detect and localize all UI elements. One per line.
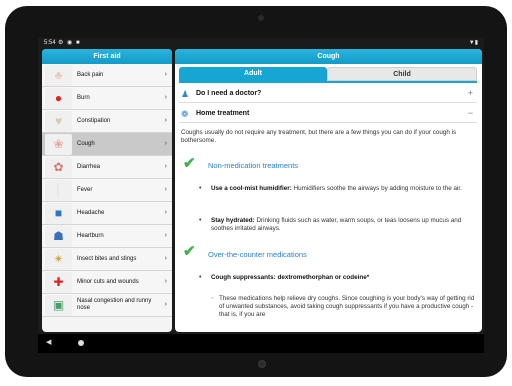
topic-label: Diarrhea xyxy=(77,163,101,170)
bullet-hydrated: Stay hydrated: Drinking fluids such as w… xyxy=(211,217,473,233)
topic-label: Heartburn xyxy=(77,232,104,239)
constipation-thumb: ♥ xyxy=(45,110,72,132)
topic-label: Back pain xyxy=(77,71,104,78)
topic-item[interactable]: ☗ Heartburn › xyxy=(42,225,172,248)
detail-panel: Cough Adult Child ♟ Do I need a doctor? … xyxy=(175,49,482,332)
age-tabs: Adult Child xyxy=(179,67,477,81)
topic-list: ♣ Back pain › ● Burn › ♥ Constipation › ❀ Cough › ✿ D… xyxy=(42,64,172,317)
back-pain-thumb: ♣ xyxy=(45,64,72,86)
nasal-thumb: ▣ xyxy=(45,294,72,316)
chevron-right-icon: › xyxy=(164,140,167,147)
chevron-right-icon: › xyxy=(164,232,167,239)
topic-label: Insect bites and stings xyxy=(77,255,137,262)
tab-adult[interactable]: Adult xyxy=(179,67,327,81)
topic-item[interactable]: ▣ Nasal congestion and runny nose › xyxy=(42,294,172,317)
burn-thumb: ● xyxy=(45,87,72,109)
status-notification-icons: ⚙ ◉ ■ xyxy=(58,40,81,46)
section-home-title: Home treatment xyxy=(196,110,250,117)
nav-bar: ◀ xyxy=(38,334,484,353)
topic-item[interactable]: ♣ Back pain › xyxy=(42,64,172,87)
insect-thumb: ✴ xyxy=(45,248,72,270)
doctor-icon: ♟ xyxy=(181,88,190,99)
topic-item[interactable]: ✚ Minor cuts and wounds › xyxy=(42,271,172,294)
section-doctor[interactable]: ♟ Do I need a doctor? + xyxy=(179,85,477,103)
intro-text: Coughs usually do not require any treatm… xyxy=(181,129,457,144)
expand-icon[interactable]: + xyxy=(468,88,473,98)
detail-header: Cough xyxy=(175,49,482,64)
chevron-right-icon: › xyxy=(164,255,167,262)
back-icon[interactable]: ◀ xyxy=(46,338,51,346)
topic-label: Constipation xyxy=(77,117,111,124)
topic-label: Nasal congestion and runny nose xyxy=(77,298,152,311)
tab-underline xyxy=(179,81,477,83)
status-time: 5:54 xyxy=(44,40,56,46)
topic-label: Headache xyxy=(77,209,105,216)
collapse-icon[interactable]: − xyxy=(468,108,473,118)
home-treatment-icon: ❁ xyxy=(181,108,189,119)
topic-item[interactable]: ● Burn › xyxy=(42,87,172,110)
topic-item[interactable]: ♥ Constipation › xyxy=(42,110,172,133)
otc-title: Over-the-counter medications xyxy=(208,250,307,259)
bullet-humidifier: Use a cool-mist humidifier: Humidifiers … xyxy=(211,185,473,193)
chevron-right-icon: › xyxy=(164,71,167,78)
home-icon[interactable] xyxy=(78,340,84,346)
non-med-title: Non-medication treatments xyxy=(208,161,299,170)
bullet-hydrated-bold: Stay hydrated: xyxy=(211,217,255,224)
bullet-icon: • xyxy=(199,185,202,192)
topic-item[interactable]: ✴ Insect bites and stings › xyxy=(42,248,172,271)
diarrhea-thumb: ✿ xyxy=(45,156,72,178)
topic-label: Cough xyxy=(77,140,95,147)
otc-bullet: Cough suppressants: dextromethorphan or … xyxy=(211,274,370,281)
topic-label: Burn xyxy=(77,94,90,101)
tab-child[interactable]: Child xyxy=(327,67,477,81)
bullet-humidifier-text: Humidifiers soothe the airways by adding… xyxy=(291,185,462,192)
chevron-right-icon: › xyxy=(164,301,167,308)
checkmark-icon: ✔ xyxy=(183,243,196,260)
bullet-humidifier-bold: Use a cool-mist humidifier: xyxy=(211,185,292,192)
home-sensor xyxy=(258,360,266,368)
sub-bullet-icon: ◦ xyxy=(211,295,214,302)
topic-item[interactable]: ■ Headache › xyxy=(42,202,172,225)
first-aid-cross-thumb: ✚ xyxy=(45,271,72,293)
screen: 5:54 ⚙ ◉ ■ ▼▮ First aid ♣ Back pain › ● Burn… xyxy=(38,38,484,353)
chevron-right-icon: › xyxy=(164,94,167,101)
section-doctor-title: Do I need a doctor? xyxy=(196,90,262,97)
topic-item[interactable]: ✿ Diarrhea › xyxy=(42,156,172,179)
fever-thumb: │ xyxy=(45,179,72,201)
wifi-battery-icon: ▼▮ xyxy=(468,40,478,46)
chevron-right-icon: › xyxy=(164,186,167,193)
tablet-frame: 5:54 ⚙ ◉ ■ ▼▮ First aid ♣ Back pain › ● Burn… xyxy=(5,6,507,377)
first-aid-header: First aid xyxy=(42,49,172,64)
topic-item[interactable]: │ Fever › xyxy=(42,179,172,202)
topic-label: Minor cuts and wounds xyxy=(77,278,139,285)
checkmark-icon: ✔ xyxy=(183,155,196,172)
topic-item[interactable]: ❀ Cough › xyxy=(42,133,172,156)
chevron-right-icon: › xyxy=(164,209,167,216)
headache-thumb: ■ xyxy=(45,202,72,224)
bullet-icon: • xyxy=(199,274,202,281)
first-aid-panel: First aid ♣ Back pain › ● Burn › ♥ Constipation… xyxy=(42,49,172,332)
heartburn-thumb: ☗ xyxy=(45,225,72,247)
status-bar: 5:54 ⚙ ◉ ■ ▼▮ xyxy=(38,38,484,48)
otc-sub-text: These medications help relieve dry cough… xyxy=(219,295,475,318)
chevron-right-icon: › xyxy=(164,163,167,170)
front-camera xyxy=(258,15,264,21)
chevron-right-icon: › xyxy=(164,278,167,285)
cough-thumb: ❀ xyxy=(45,133,72,155)
bullet-icon: • xyxy=(199,217,202,224)
topic-label: Fever xyxy=(77,186,93,193)
section-home-treatment[interactable]: ❁ Home treatment − xyxy=(179,105,477,123)
chevron-right-icon: › xyxy=(164,117,167,124)
